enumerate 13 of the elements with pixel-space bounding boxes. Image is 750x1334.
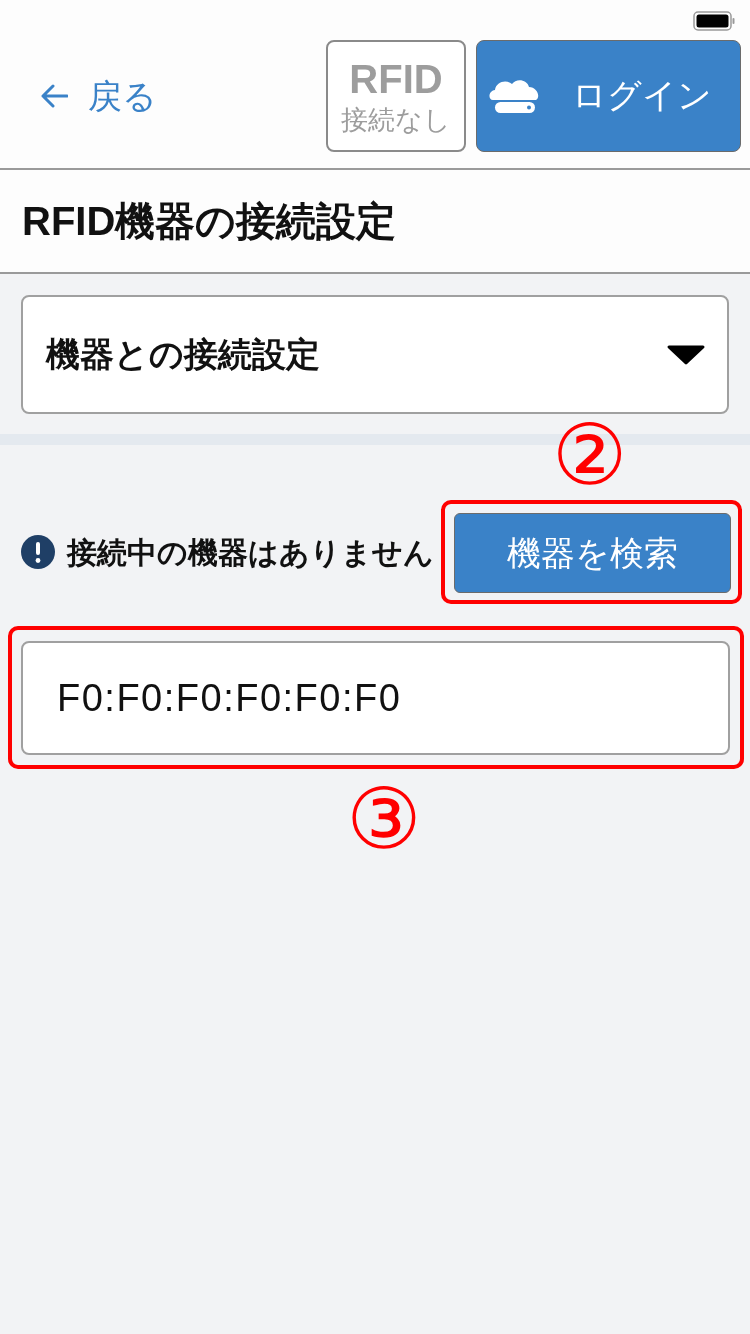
back-link[interactable]: 戻る bbox=[40, 78, 157, 113]
login-button[interactable]: ログイン bbox=[476, 39, 741, 152]
annotation-number: ② bbox=[552, 413, 628, 497]
connection-notice: 接続中の機器はありません bbox=[67, 534, 435, 571]
search-devices-button[interactable]: 機器を検索 bbox=[454, 513, 731, 593]
info-icon bbox=[21, 535, 55, 569]
accordion-header[interactable]: 機器との接続設定 bbox=[21, 295, 729, 414]
page-title: RFID機器の接続設定 bbox=[22, 198, 397, 245]
annotation-number: ③ bbox=[346, 777, 422, 861]
battery-icon bbox=[693, 11, 735, 31]
device-list-item[interactable]: F0:F0:F0:F0:F0:F0 bbox=[21, 641, 730, 755]
arrow-left-icon bbox=[40, 83, 68, 108]
rfid-status-button[interactable]: RFID 接続なし bbox=[326, 39, 466, 152]
